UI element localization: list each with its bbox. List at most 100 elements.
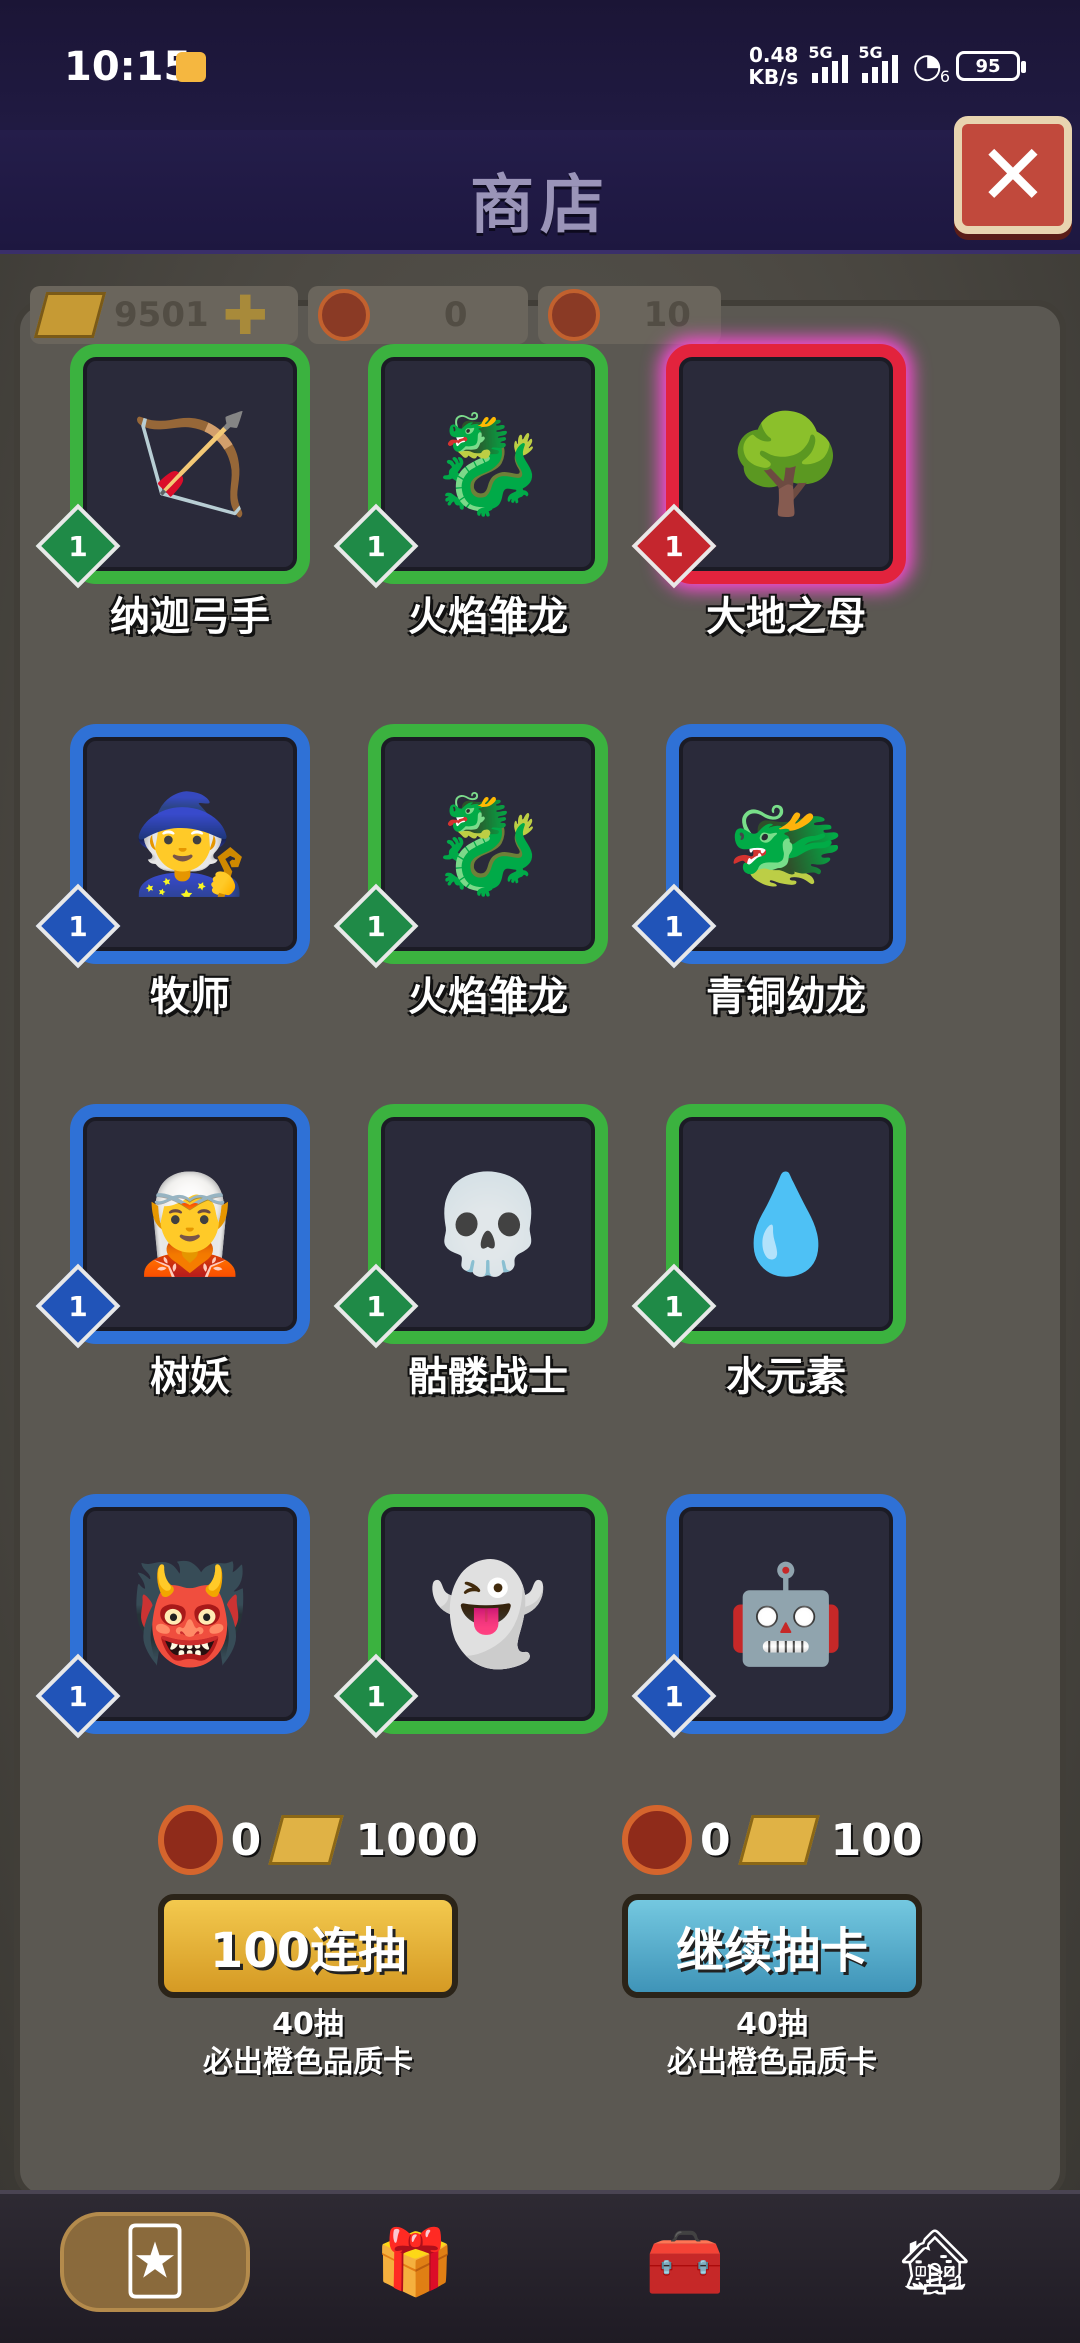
card-art-icon: 🧙 <box>130 787 250 900</box>
token-cost: 0 <box>700 1814 731 1866</box>
anvil-coin-icon <box>547 289 600 341</box>
bottom-nav: 🃏 🎁 🧰 🏚 <box>0 2190 1080 2343</box>
status-icons: 0.48 KB/s 5G 5G ◔ 6 95 <box>748 43 1026 88</box>
hero-card[interactable]: 🐉 1 火焰雏龙 <box>333 724 608 1020</box>
card-level: 1 <box>68 1679 88 1713</box>
gold-cost: 100 <box>830 1814 923 1866</box>
card-level: 1 <box>68 1289 88 1323</box>
card-level: 1 <box>664 909 684 943</box>
hero-card[interactable]: 👻 1 <box>333 1494 608 1739</box>
card-art-icon: 🏹 <box>130 407 250 520</box>
card-art-icon: 💀 <box>428 1167 548 1280</box>
demon-coin-icon <box>317 289 370 341</box>
draw-section-right: 0 100 继续抽卡 40抽 必出橙色品质卡 <box>622 1800 942 2082</box>
hero-card[interactable]: 💀 1 骷髅战士 <box>333 1104 608 1400</box>
pity-guarantee: 必出橙色品质卡 <box>203 2045 413 2080</box>
card-art-icon: 🐉 <box>428 787 548 900</box>
gold-icon <box>268 1815 345 1865</box>
hero-card[interactable]: 🐉 1 火焰雏龙 <box>333 344 608 640</box>
card-art-icon: 🐲 <box>726 787 846 900</box>
notification-icon <box>176 52 206 82</box>
card-art-icon: 🌳 <box>726 407 846 520</box>
close-icon: ✕ <box>977 126 1049 224</box>
pity-count: 40抽 <box>736 2007 808 2042</box>
card-level: 1 <box>68 529 88 563</box>
card-name: 牧师 <box>150 974 230 1020</box>
gold-resource: 9501 ✚ <box>30 284 298 347</box>
hero-card[interactable]: 🌳 1 大地之母 <box>631 344 906 640</box>
sim2-label: 5G <box>858 43 883 62</box>
pity-note: 40抽 必出橙色品质卡 <box>158 2006 458 2082</box>
draw-section-left: 0 1000 100连抽 40抽 必出橙色品质卡 <box>158 1800 478 2082</box>
card-level: 1 <box>664 1289 684 1323</box>
resource-bar: 9501 ✚ 0 10 <box>30 282 721 348</box>
status-bar: 10:15 0.48 KB/s 5G 5G ◔ 6 95 <box>0 0 1080 130</box>
gift-icon[interactable]: 🎁 <box>340 2212 490 2312</box>
demon-coin-icon <box>158 1805 223 1875</box>
gold-amount: 9501 <box>114 295 209 335</box>
wifi-badge: 6 <box>939 67 950 86</box>
hero-card[interactable]: 💧 1 水元素 <box>631 1104 906 1400</box>
card-level: 1 <box>664 529 684 563</box>
card-art-icon: 🤖 <box>726 1557 846 1670</box>
hero-card[interactable]: 🐲 1 青铜幼龙 <box>631 724 906 1020</box>
cost-row: 0 100 <box>622 1800 942 1880</box>
network-speed: 0.48 KB/s <box>748 44 798 88</box>
house-icon[interactable]: 🏚 <box>860 2212 1010 2312</box>
card-art-icon: 👻 <box>428 1557 548 1670</box>
card-art-icon: 💧 <box>726 1167 846 1280</box>
token-amount: 0 <box>443 295 468 335</box>
card-name: 骷髅战士 <box>408 1354 568 1400</box>
pity-guarantee: 必出橙色品质卡 <box>667 2045 877 2080</box>
add-gold-icon[interactable]: ✚ <box>223 284 268 347</box>
card-name: 树妖 <box>150 1354 230 1400</box>
pity-count: 40抽 <box>272 2007 344 2042</box>
signal-icon-2: 5G <box>858 43 899 83</box>
token-cost: 0 <box>230 1814 262 1866</box>
gold-icon <box>737 1815 820 1865</box>
clock: 10:15 <box>64 44 192 90</box>
net-speed-value: 0.48 <box>748 43 799 67</box>
pity-note: 40抽 必出橙色品质卡 <box>622 2006 922 2082</box>
card-level: 1 <box>366 1289 386 1323</box>
card-name: 火焰雏龙 <box>408 594 568 640</box>
cost-row: 0 1000 <box>158 1800 478 1880</box>
card-icon[interactable]: 🃏 <box>60 2212 250 2312</box>
card-name: 纳迦弓手 <box>110 594 270 640</box>
gold-cost: 1000 <box>355 1814 478 1866</box>
card-level: 1 <box>664 1679 684 1713</box>
battery-icon: 95 <box>956 51 1026 81</box>
header: 商店 <box>0 130 1080 254</box>
hero-card[interactable]: 🤖 1 <box>631 1494 906 1739</box>
card-level: 1 <box>366 529 386 563</box>
card-level: 1 <box>366 909 386 943</box>
close-button[interactable]: ✕ <box>954 116 1072 234</box>
net-speed-unit: KB/s <box>748 65 799 89</box>
hero-card[interactable]: 🧝 1 树妖 <box>35 1104 310 1400</box>
signal-icon: 5G <box>808 43 849 83</box>
card-name: 大地之母 <box>706 594 866 640</box>
continue-draw-button[interactable]: 继续抽卡 <box>622 1894 922 1998</box>
draw-100-button[interactable]: 100连抽 <box>158 1894 458 1998</box>
hero-card[interactable]: 👹 1 <box>35 1494 310 1739</box>
card-art-icon: 👹 <box>130 1557 250 1670</box>
card-name: 水元素 <box>726 1354 846 1400</box>
token-resource: 0 <box>307 286 528 344</box>
card-name: 青铜幼龙 <box>706 974 866 1020</box>
card-art-icon: 🐉 <box>428 407 548 520</box>
hero-card[interactable]: 🧙 1 牧师 <box>35 724 310 1020</box>
battery-level: 95 <box>975 55 1001 77</box>
card-art-icon: 🧝 <box>130 1167 250 1280</box>
ticket-resource: 10 <box>537 286 721 344</box>
hero-card[interactable]: 🏹 1 纳迦弓手 <box>35 344 310 640</box>
page-title: 商店 <box>470 169 610 243</box>
demon-coin-icon <box>622 1805 692 1875</box>
card-level: 1 <box>68 909 88 943</box>
wifi-icon: ◔ 6 <box>912 46 950 86</box>
card-name: 火焰雏龙 <box>408 974 568 1020</box>
gold-icon <box>33 292 107 338</box>
card-level: 1 <box>366 1679 386 1713</box>
sim1-label: 5G <box>808 43 833 62</box>
ticket-amount: 10 <box>643 295 691 335</box>
chest-icon[interactable]: 🧰 <box>610 2212 760 2312</box>
